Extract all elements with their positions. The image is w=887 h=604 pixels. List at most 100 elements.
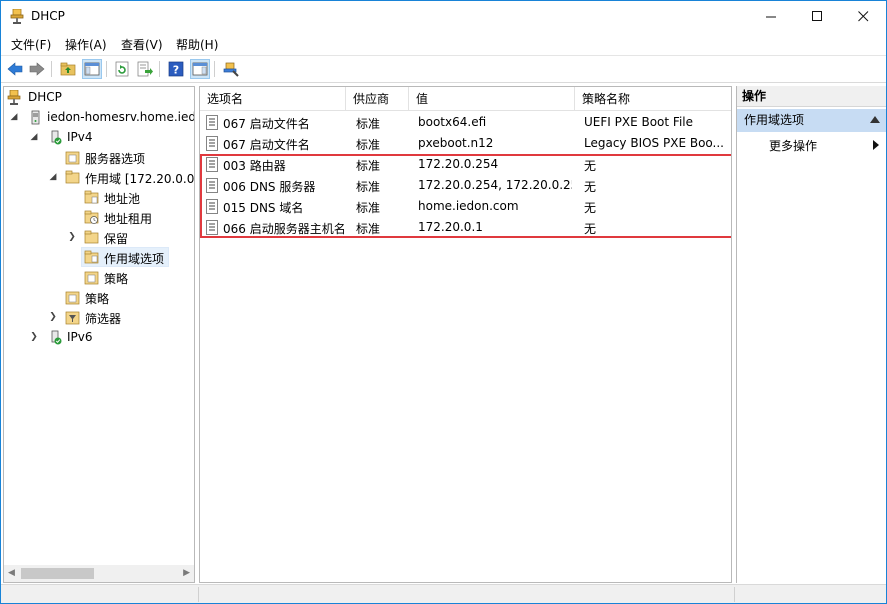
cell-value: 172.20.0.1 <box>418 220 483 234</box>
cell-option-name: 003 路由器 <box>223 159 286 173</box>
dhcp-root-icon <box>7 90 21 105</box>
show-hide-action-pane-button[interactable] <box>190 59 210 79</box>
svg-text:?: ? <box>173 64 179 77</box>
table-row[interactable]: 066 启动服务器主机名 标准 172.20.0.1 无 <box>200 217 731 238</box>
collapsed-arrow-icon[interactable]: ❯ <box>48 311 58 323</box>
column-header-policy-name[interactable]: 策略名称 <box>575 87 731 111</box>
table-row[interactable]: 003 路由器 标准 172.20.0.254 无 <box>200 154 731 175</box>
server-icon <box>31 110 40 125</box>
tree-node-dhcp[interactable]: DHCP <box>4 88 194 107</box>
maximize-icon <box>811 11 822 21</box>
expanded-arrow-icon[interactable]: ◢ <box>9 111 19 123</box>
refresh-button[interactable] <box>112 59 132 79</box>
expanded-arrow-icon[interactable]: ◢ <box>29 131 39 143</box>
up-folder-icon <box>60 62 76 76</box>
tree-node-reservations[interactable]: ❯ 保留 <box>4 228 194 247</box>
cell-option-name: 067 启动文件名 <box>223 138 310 152</box>
column-header-vendor[interactable]: 供应商 <box>346 87 409 111</box>
forward-button[interactable] <box>27 59 47 79</box>
console-tree[interactable]: DHCP ◢ iedon-homesrv.home.iedon.com ◢ IP… <box>3 86 195 583</box>
table-row[interactable]: 015 DNS 域名 标准 home.iedon.com 无 <box>200 196 731 217</box>
tree-node-server[interactable]: ◢ iedon-homesrv.home.iedon.com <box>4 108 194 127</box>
cell-value: 172.20.0.254, 172.20.0.254 <box>418 178 572 192</box>
dhcp-tool-button[interactable] <box>221 59 241 79</box>
column-header-option-name[interactable]: 选项名 <box>200 87 346 111</box>
cell-vendor: 标准 <box>356 201 381 215</box>
option-icon <box>206 136 218 151</box>
collapsed-arrow-icon[interactable]: ❯ <box>29 331 39 343</box>
options-list[interactable]: 选项名 供应商 值 策略名称 067 启动文件名 标准 bootx64.efi UEF… <box>199 86 732 583</box>
actions-pane: 操作 作用域选项 更多操作 <box>736 86 886 583</box>
tree-label: 地址租用 <box>104 212 153 226</box>
table-row[interactable]: 006 DNS 服务器 标准 172.20.0.254, 172.20.0.254 无 <box>200 175 731 196</box>
refresh-icon <box>115 61 129 77</box>
cell-vendor: 标准 <box>356 138 381 152</box>
collapsed-arrow-icon[interactable]: ❯ <box>67 231 77 243</box>
menu-file[interactable]: 文件(F) <box>11 36 51 53</box>
more-actions-item[interactable]: 更多操作 <box>769 137 817 154</box>
tree-node-ipv4[interactable]: ◢ IPv4 <box>4 128 194 147</box>
tree-label: DHCP <box>28 90 62 104</box>
cell-policy-name: 无 <box>584 222 597 236</box>
tree-node-ipv6[interactable]: ❯ IPv6 <box>4 328 194 347</box>
help-icon: ? <box>168 61 184 77</box>
tree-label: 服务器选项 <box>85 152 146 166</box>
column-header-value[interactable]: 值 <box>409 87 575 111</box>
help-button[interactable]: ? <box>166 59 186 79</box>
menu-help[interactable]: 帮助(H) <box>176 36 218 53</box>
back-button[interactable] <box>5 59 25 79</box>
scroll-right-icon[interactable]: ▶ <box>183 568 190 578</box>
tree-node-address-pool[interactable]: 地址池 <box>4 188 194 207</box>
cell-option-name: 067 启动文件名 <box>223 117 310 131</box>
minimize-button[interactable] <box>748 1 794 32</box>
cell-value: bootx64.efi <box>418 115 487 129</box>
option-icon <box>206 115 218 130</box>
back-arrow-icon <box>7 62 23 76</box>
dhcp-app-icon <box>10 9 24 24</box>
cell-option-name: 066 启动服务器主机名 <box>223 222 345 236</box>
tree-node-address-lease[interactable]: 地址租用 <box>4 208 194 227</box>
ipv4-icon <box>51 130 62 145</box>
table-row[interactable]: 067 启动文件名 标准 pxeboot.n12 Legacy BIOS PXE Bo… <box>200 133 731 154</box>
option-icon <box>206 178 218 193</box>
maximize-button[interactable] <box>794 1 840 32</box>
option-icon <box>206 220 218 235</box>
cell-policy-name: 无 <box>584 159 597 173</box>
toolbar: ? <box>1 55 886 83</box>
minimize-icon <box>765 16 776 18</box>
tree-node-server-options[interactable]: 服务器选项 <box>4 148 194 167</box>
scroll-left-icon[interactable]: ◀ <box>8 568 15 578</box>
tree-label: 策略 <box>104 272 129 286</box>
tree-label: 筛选器 <box>85 312 122 326</box>
cell-policy-name: Legacy BIOS PXE Boo... <box>584 136 724 150</box>
reservations-icon <box>84 230 99 244</box>
cell-value: home.iedon.com <box>418 199 519 213</box>
show-hide-tree-button[interactable] <box>82 59 102 79</box>
menu-bar: 文件(F) 操作(A) 查看(V) 帮助(H) <box>1 32 886 54</box>
export-list-button[interactable] <box>135 59 155 79</box>
close-button[interactable] <box>840 1 886 32</box>
tree-label: IPv4 <box>67 130 93 144</box>
tree-node-filters[interactable]: ❯ 筛选器 <box>4 308 194 327</box>
option-icon <box>206 157 218 172</box>
up-one-level-button[interactable] <box>58 59 78 79</box>
table-row[interactable]: 067 启动文件名 标准 bootx64.efi UEFI PXE Boot File <box>200 112 731 133</box>
policy-icon <box>84 271 99 285</box>
actions-section-scope-options[interactable]: 作用域选项 <box>737 109 886 132</box>
menu-view[interactable]: 查看(V) <box>121 36 163 53</box>
tree-node-scope-options[interactable]: 作用域选项 <box>81 247 169 267</box>
tree-node-scope[interactable]: ◢ 作用域 [172.20.0.0] <box>4 168 194 187</box>
server-options-icon <box>65 151 80 165</box>
tree-node-scope-policy[interactable]: 策略 <box>4 268 194 287</box>
address-lease-icon <box>84 210 99 224</box>
cell-policy-name: UEFI PXE Boot File <box>584 115 693 129</box>
tree-node-ipv4-policy[interactable]: 策略 <box>4 288 194 307</box>
scrollbar-thumb[interactable] <box>21 568 94 579</box>
expanded-arrow-icon[interactable]: ◢ <box>48 171 58 183</box>
tree-label: IPv6 <box>67 330 93 344</box>
actions-section-label: 作用域选项 <box>744 113 805 127</box>
collapse-up-icon[interactable] <box>870 116 880 123</box>
tree-horizontal-scrollbar[interactable]: ◀ ▶ <box>4 565 194 582</box>
show-hide-action-pane-icon <box>192 62 208 76</box>
menu-action[interactable]: 操作(A) <box>65 36 107 53</box>
